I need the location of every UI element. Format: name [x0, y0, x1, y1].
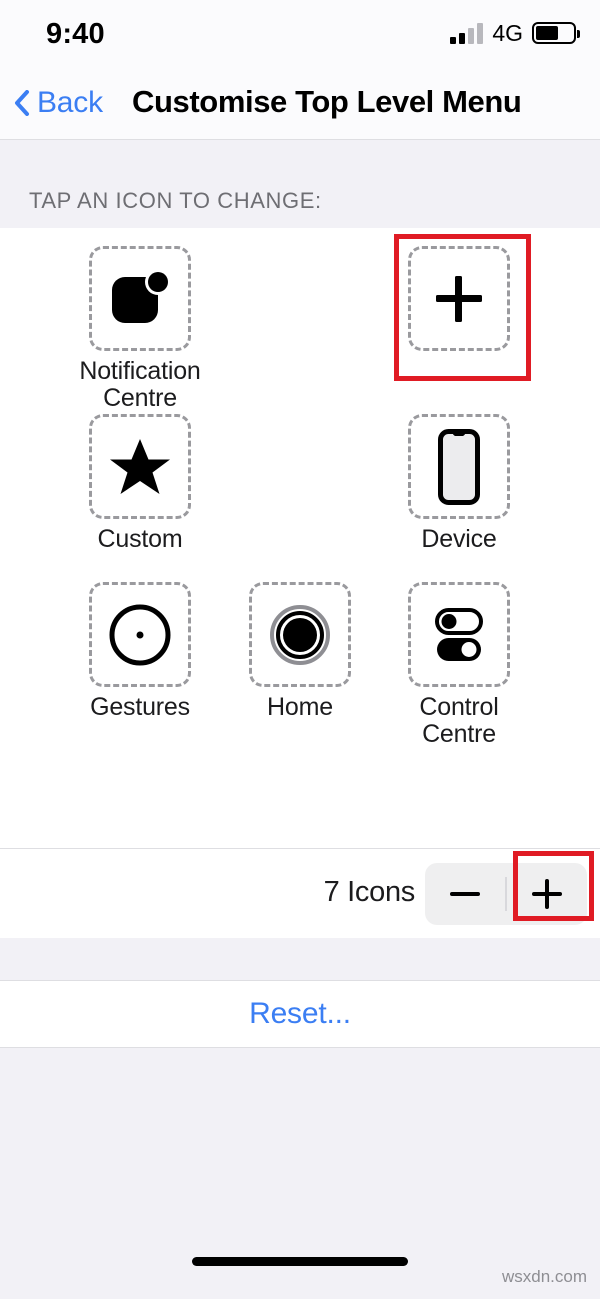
- stepper-decrement-button[interactable]: [425, 863, 505, 925]
- grid-item-add[interactable]: [379, 246, 539, 358]
- stepper-increment-button[interactable]: [507, 863, 587, 925]
- icon-slot[interactable]: [408, 582, 510, 687]
- chevron-left-icon: [15, 90, 29, 116]
- iphone-screen: 9:40 4G Back Customise Top Level Menu TA…: [0, 0, 600, 1299]
- grid-item-home[interactable]: Home: [220, 582, 380, 721]
- grid-item-label: Device: [421, 525, 497, 553]
- add-icon: [436, 275, 482, 322]
- icon-slot[interactable]: [89, 582, 191, 687]
- reset-label: Reset...: [249, 997, 351, 1030]
- section-header-label: TAP AN ICON TO CHANGE:: [29, 188, 322, 213]
- plus-icon: [532, 879, 562, 909]
- grid-item-label: Home: [267, 693, 333, 721]
- device-phone-icon: [438, 428, 480, 505]
- icon-grid: Notification Centre Custom Device Gestur…: [0, 228, 600, 848]
- grid-item-label: Notification Centre: [79, 357, 201, 412]
- home-circle-icon: [270, 604, 330, 665]
- icon-count-row: 7 Icons: [0, 848, 600, 938]
- grid-item-label: Custom: [97, 525, 183, 553]
- status-bar: 9:40 4G: [0, 0, 600, 72]
- grid-item-control-centre[interactable]: Control Centre: [379, 582, 539, 748]
- network-type-label: 4G: [492, 20, 523, 46]
- icon-count-label: 7 Icons: [323, 876, 416, 908]
- status-indicators: 4G: [450, 20, 580, 46]
- back-label: Back: [37, 86, 103, 119]
- status-time: 9:40: [46, 18, 105, 50]
- section-header: TAP AN ICON TO CHANGE:: [0, 141, 600, 228]
- minus-icon: [450, 892, 480, 896]
- home-indicator[interactable]: [192, 1257, 408, 1266]
- grid-item-label: Control Centre: [419, 693, 499, 748]
- gestures-circle-icon: [109, 604, 171, 665]
- grid-item-label: Gestures: [90, 693, 190, 721]
- grid-item-device[interactable]: Device: [379, 414, 539, 553]
- icon-slot[interactable]: [249, 582, 351, 687]
- page-title: Customise Top Level Menu: [132, 84, 522, 119]
- watermark: wsxdn.com: [501, 1267, 587, 1286]
- reset-button[interactable]: Reset...: [0, 980, 600, 1048]
- icon-count-stepper[interactable]: [425, 863, 587, 925]
- star-icon: [110, 438, 170, 494]
- grid-item-gestures[interactable]: Gestures: [60, 582, 220, 721]
- control-centre-toggles-icon: [435, 607, 483, 661]
- battery-icon: [532, 22, 580, 44]
- notification-centre-icon: [112, 268, 171, 323]
- icon-slot[interactable]: [89, 246, 191, 351]
- navigation-bar: Back Customise Top Level Menu: [0, 72, 600, 140]
- icon-slot[interactable]: [89, 414, 191, 519]
- icon-slot-empty[interactable]: [408, 246, 510, 351]
- grid-item-notification-centre[interactable]: Notification Centre: [60, 246, 220, 412]
- section-gap: [0, 938, 600, 980]
- cellular-signal-icon: [450, 23, 484, 44]
- back-button[interactable]: Back: [14, 86, 103, 120]
- icon-slot[interactable]: [408, 414, 510, 519]
- grid-item-custom[interactable]: Custom: [60, 414, 220, 553]
